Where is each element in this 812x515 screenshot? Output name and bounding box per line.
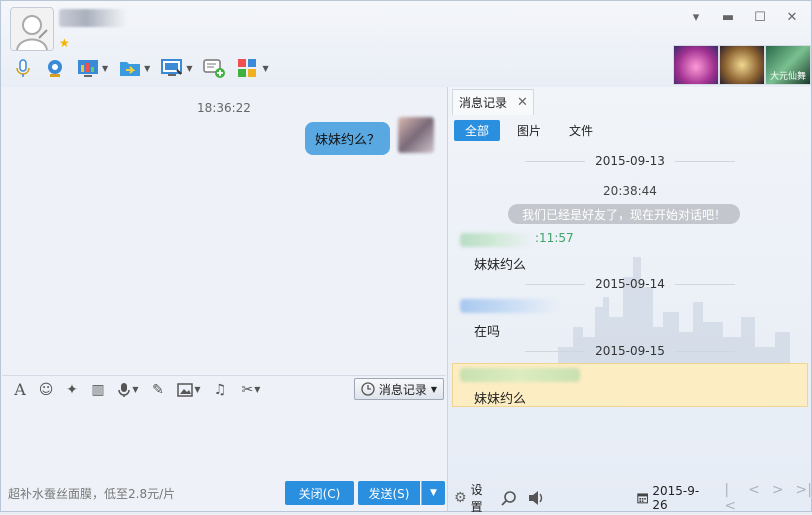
close-icon[interactable]: ✕ [781, 7, 803, 27]
shake-window-icon[interactable]: ▥ [88, 380, 108, 400]
game-icon-1[interactable] [673, 45, 719, 85]
chevron-down-icon: ▼ [194, 385, 201, 394]
message-history-button[interactable]: 消息记录 ▼ [353, 378, 444, 400]
tab-label: 消息记录 [459, 96, 508, 110]
send-options-button[interactable]: ▼ [421, 481, 445, 505]
voice-call-button[interactable] [9, 55, 37, 81]
date-separator: 2015-09-15 [448, 344, 812, 358]
game-icon-3[interactable]: 大元仙舞 [765, 45, 811, 85]
settings-label: 设置 [470, 483, 483, 514]
date-separator: 2015-09-14 [448, 277, 812, 291]
history-button-label: 消息记录 [378, 382, 427, 397]
chevron-down-icon: ▼ [430, 384, 437, 394]
history-message-text: 在吗 [474, 325, 501, 340]
top-toolbar: ▼ ▼ ▼ ▼ [9, 55, 272, 81]
game-shortcuts: 大元仙舞 [673, 45, 811, 85]
filter-files[interactable]: 文件 [558, 120, 604, 141]
contact-avatar[interactable] [10, 7, 54, 51]
chevron-down-icon: ▼ [144, 63, 151, 73]
microphone-icon [16, 59, 30, 77]
close-button[interactable]: 关闭(C) [285, 481, 354, 505]
calendar-icon [637, 493, 649, 504]
remote-assist-button[interactable]: ▼ [73, 55, 111, 81]
voice-message-icon[interactable]: ▼ [114, 380, 142, 400]
dropdown-icon[interactable]: ▾ [685, 7, 707, 27]
date-separator: 2015-09-13 [448, 154, 812, 168]
message-input[interactable] [2, 403, 446, 479]
last-page-icon[interactable]: >| [796, 482, 812, 514]
history-message-text: 妹妹约么 [474, 392, 527, 407]
magic-wand-icon[interactable]: ✦ [62, 380, 82, 400]
ad-link[interactable]: 超补水蚕丝面膜，低至2.8元/片 [8, 485, 175, 502]
pagination: |< < > >| [724, 482, 812, 514]
history-filters: 全部 图片 文件 [454, 120, 604, 141]
music-icon[interactable]: ♫ [210, 380, 230, 400]
next-page-icon[interactable]: > [772, 482, 784, 514]
sender-name-blurred [460, 368, 580, 382]
add-chat-icon [203, 59, 226, 78]
scissors-icon[interactable]: ✂ ▼ [236, 380, 266, 400]
send-file-button[interactable]: ▼ [115, 55, 153, 81]
chevron-down-icon: ▼ [186, 63, 193, 73]
speaker-icon [529, 491, 543, 505]
search-button[interactable] [501, 490, 517, 506]
history-message-text: 妹妹约么 [474, 258, 527, 273]
my-avatar[interactable] [398, 117, 434, 153]
message-timestamp: 18:36:22 [197, 101, 251, 115]
bottom-bar: 超补水蚕丝面膜，低至2.8元/片 关闭(C) 发送(S) ▼ [2, 479, 446, 511]
folder-icon [120, 62, 141, 76]
contact-name-blurred [59, 9, 127, 27]
gear-icon: ⚙ [454, 490, 467, 506]
sender-name-blurred [460, 299, 558, 313]
history-bottom-bar: ⚙ 设置 2015-9-26 |< < > >| [448, 482, 812, 514]
tab-message-history[interactable]: 消息记录 ✕ [452, 89, 534, 115]
share-screen-button[interactable]: ▼ [157, 55, 195, 81]
sound-button[interactable] [527, 490, 545, 506]
webcam-icon [48, 60, 62, 77]
prev-page-icon[interactable]: < [748, 482, 760, 514]
message-time: :11:57 [535, 231, 574, 245]
settings-button[interactable]: ⚙ 设置 [454, 481, 487, 515]
font-icon[interactable]: A [10, 380, 30, 400]
history-date: 2015-9-26 [652, 484, 700, 512]
emoji-icon[interactable]: ☺ [36, 380, 56, 400]
apps-button[interactable]: ▼ [233, 55, 271, 81]
system-message: 我们已经是好友了，现在开始对话吧！ [508, 204, 740, 224]
chevron-down-icon: ▼ [132, 385, 139, 394]
chevron-down-icon: ▼ [254, 385, 261, 394]
sender-name-blurred [460, 233, 532, 247]
title-bar: ★ ▾ ▬ ☐ ✕ ▼ ▼ ▼ ▼ 大元仙舞 [1, 1, 811, 87]
chevron-down-icon: ▼ [102, 63, 109, 73]
input-toolbar: A ☺ ✦ ▥ ▼ ✎ ▼ ♫ ✂ ▼ 消息记录 ▼ [2, 375, 446, 403]
chat-window: ★ ▾ ▬ ☐ ✕ ▼ ▼ ▼ ▼ 大元仙舞 18:36:22 妹妹约么？ A … [0, 0, 812, 514]
star-icon: ★ [59, 36, 70, 50]
apps-grid-icon [238, 59, 257, 77]
minimize-icon[interactable]: ▬ [717, 7, 739, 27]
clock-icon [361, 382, 375, 396]
chevron-down-icon: ▼ [262, 63, 269, 73]
edit-icon[interactable]: ✎ [148, 380, 168, 400]
chat-messages[interactable]: 18:36:22 妹妹约么？ [2, 87, 446, 375]
search-icon [501, 491, 516, 506]
sent-message-bubble: 妹妹约么？ [304, 122, 390, 155]
group-chat-button[interactable] [199, 55, 229, 81]
monitor-icon [161, 59, 183, 76]
send-button[interactable]: 发送(S) [358, 481, 420, 505]
image-icon[interactable]: ▼ [174, 380, 204, 400]
screen-chart-icon [78, 60, 98, 77]
date-picker[interactable]: 2015-9-26 [637, 484, 702, 512]
game-icon-2[interactable] [719, 45, 765, 85]
filter-all[interactable]: 全部 [454, 120, 501, 141]
video-call-button[interactable] [41, 55, 69, 81]
system-timestamp: 20:38:44 [603, 184, 657, 198]
window-controls: ▾ ▬ ☐ ✕ [685, 7, 803, 27]
history-panel: 消息记录 ✕ 全部 图片 文件 2015-09-13 20:38:44 我们已经… [447, 87, 812, 514]
maximize-icon[interactable]: ☐ [749, 7, 771, 27]
first-page-icon[interactable]: |< [724, 482, 736, 514]
close-icon[interactable]: ✕ [517, 95, 528, 110]
filter-images[interactable]: 图片 [506, 120, 552, 141]
